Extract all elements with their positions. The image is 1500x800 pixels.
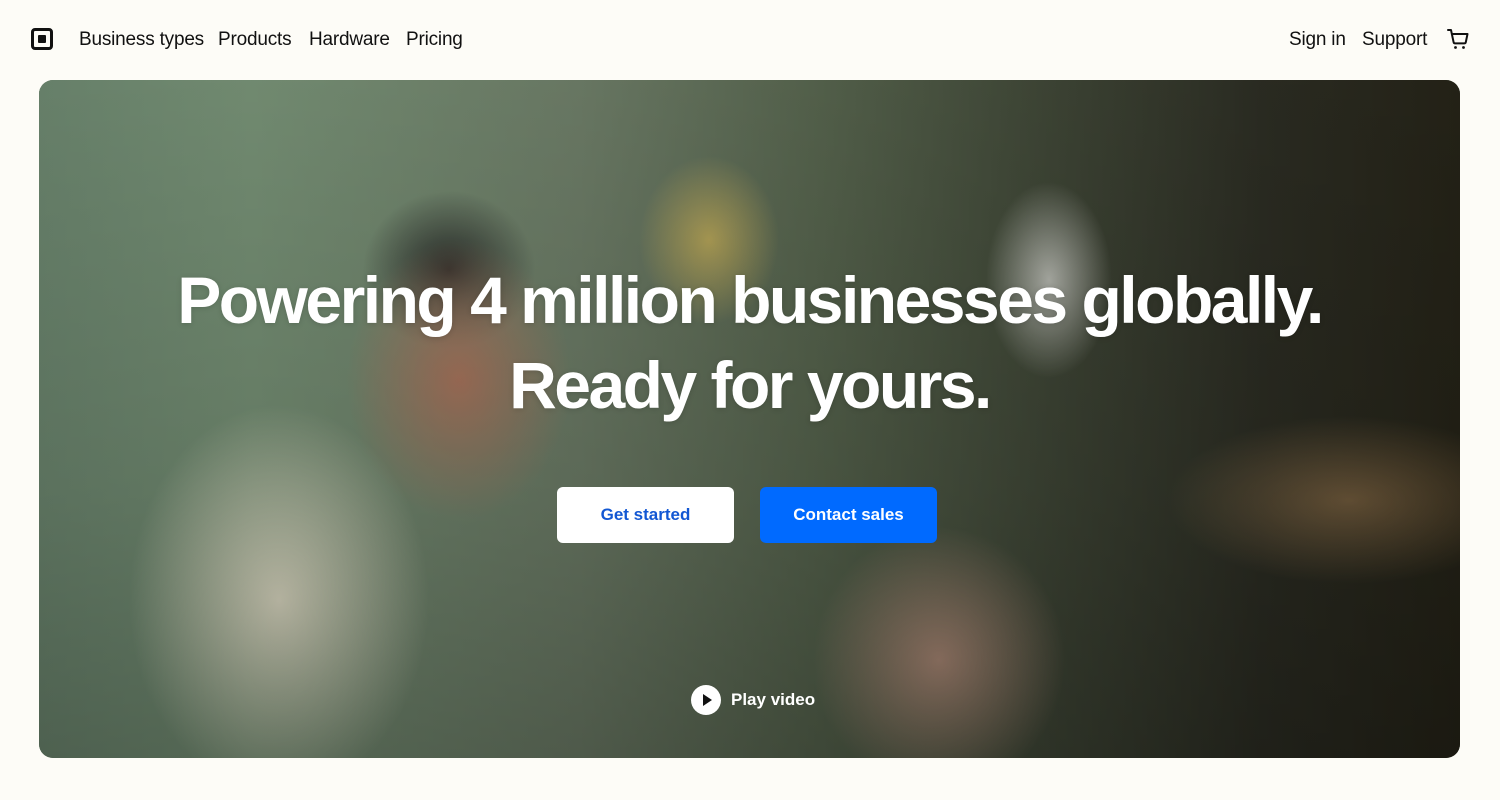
contact-sales-button[interactable]: Contact sales [760,487,937,543]
support-link[interactable]: Support [1362,28,1427,52]
nav-link-pricing[interactable]: Pricing [406,28,463,52]
cart-icon[interactable] [1446,27,1470,51]
square-logo-icon[interactable] [31,28,53,50]
play-icon[interactable] [691,685,721,715]
top-navigation: Business types Products Hardware Pricing… [0,0,1500,80]
nav-link-hardware[interactable]: Hardware [309,28,390,52]
hero-banner: Powering 4 million businesses globally. … [39,80,1460,758]
play-video-label: Play video [731,690,816,709]
nav-link-business-types[interactable]: Business types [79,28,204,52]
hero-headline-line-2: Ready for yours. [509,348,992,422]
hero-headline-line-1: Powering 4 million businesses globally. [177,263,1324,337]
sign-in-link[interactable]: Sign in [1289,28,1346,52]
nav-link-products[interactable]: Products [218,28,292,52]
get-started-button[interactable]: Get started [557,487,734,543]
